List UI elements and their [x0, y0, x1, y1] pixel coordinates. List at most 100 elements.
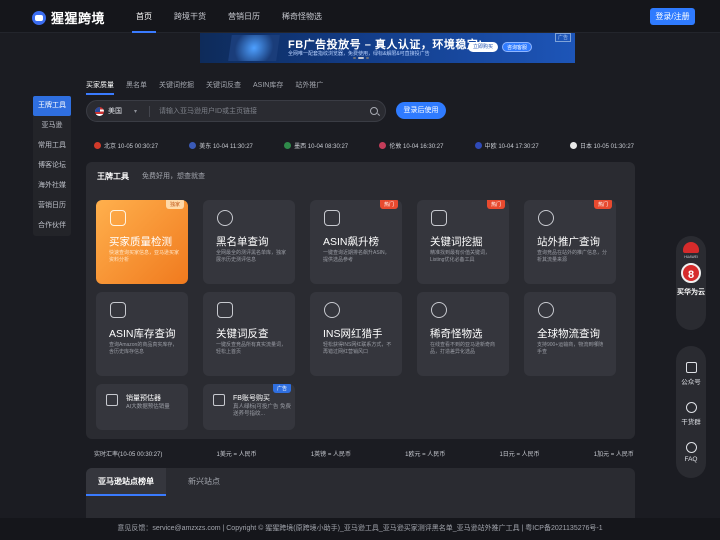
sidebar-item-common[interactable]: 常用工具	[33, 136, 71, 156]
tab-blacklist[interactable]: 黑名单	[126, 80, 147, 95]
tab-emerging-sites[interactable]: 新兴站点	[176, 468, 232, 496]
rate-cad: 1加元 = 人民币	[593, 452, 634, 458]
group-button[interactable]: 干货群	[676, 402, 706, 426]
clock-beijing: 北京 10-05 00:30:27	[94, 141, 158, 150]
exclusive-badge: 独家	[165, 200, 184, 209]
panel-title: 王牌工具	[97, 172, 129, 181]
card-desc: 轻松获得INS网红联系方式，不再错过网红营销风口	[323, 342, 392, 355]
hot-badge: 热门	[379, 200, 398, 209]
rate-gbp: 1英镑 = 人民币	[310, 452, 351, 458]
pager-dot-active[interactable]	[358, 57, 364, 59]
huawei-text: 买华为云	[677, 289, 705, 296]
sidebar-item-tools[interactable]: 王牌工具	[33, 96, 71, 116]
banner-consult-button[interactable]: 咨询客服	[502, 42, 532, 52]
card-desc: AI大数据预估销量	[126, 404, 170, 410]
sidebar-item-blogs[interactable]: 博客论坛	[33, 156, 71, 176]
cn-flag-icon	[94, 142, 101, 149]
card-desc: 精准找到最有价值关键词，Listing优化必备工具	[430, 250, 491, 263]
sidebar-item-calendar[interactable]: 营销日历	[33, 196, 71, 216]
card-title: ASIN库存查询	[109, 328, 176, 340]
card-title: 买家质量检测	[109, 236, 172, 248]
card-desc: 查询Amazon的商品真实库存，含历史库存信息	[109, 342, 178, 355]
shield-icon	[110, 210, 126, 226]
faq-button[interactable]: FAQ	[676, 442, 706, 463]
search-bar: 美国 ▾	[86, 100, 386, 122]
world-clocks: 北京 10-05 00:30:27 美东 10-04 11:30:27 墨西 1…	[94, 141, 634, 150]
card-title: 销量预估器	[126, 395, 161, 402]
card-title: 关键词反查	[216, 328, 269, 340]
tab-offsite[interactable]: 站外推广	[295, 80, 323, 95]
tab-keyword-reverse[interactable]: 关键词反查	[206, 80, 241, 95]
nav-home[interactable]: 首页	[132, 0, 156, 33]
logo[interactable]: 猩猩跨境	[32, 8, 105, 27]
wechat-official-button[interactable]: 公众号	[676, 362, 706, 386]
tab-amazon-sites[interactable]: 亚马逊站点榜单	[86, 468, 166, 496]
nav-tips[interactable]: 跨境干货	[170, 0, 210, 33]
banner-subtitle: 全网唯一配套指纹浏览器，免费使用，绿标&解限&可直接投广告	[288, 51, 430, 57]
pager-dot[interactable]	[353, 57, 356, 59]
tool-card-keyword-reverse[interactable]: 关键词反查 一键反查竞品所有真实流量词，轻松上首页	[203, 292, 295, 376]
card-desc: 支持900+运输商，物流到哪随手查	[537, 342, 604, 355]
user-search-icon	[538, 210, 554, 226]
tab-asin-stock[interactable]: ASIN库存	[253, 80, 283, 95]
chevron-down-icon: ▾	[134, 108, 138, 115]
banner-ad-label: 广告	[554, 33, 571, 42]
login-button[interactable]: 登录/注册	[650, 8, 695, 25]
uk-flag-icon	[379, 142, 387, 149]
tool-card-odd-picks[interactable]: 稀奇怪物选 在线查看不到的亚马逊新奇商品，打造差异化选品	[417, 292, 509, 376]
rate-usd: 1美元 = 人民币	[216, 452, 257, 458]
footer: 意见反馈：service@amzxzs.com | Copyright © 猩猩…	[0, 518, 720, 540]
card-title: FB账号购买	[233, 395, 270, 402]
link-icon	[431, 302, 447, 318]
card-desc: 全网最全的测评黑名单库，独家展示历史测评信息	[216, 250, 287, 263]
logo-text: 猩猩跨境	[51, 11, 106, 26]
fb-icon	[213, 394, 225, 406]
card-title: 全球物流查询	[537, 328, 600, 340]
tool-card-asin-rising[interactable]: 热门 ASIN飙升榜 一键查询近期排名飙升ASIN，提供选品参考	[310, 200, 402, 284]
ad-banner[interactable]: FB广告投放号 – 真人认证，环境稳定! 全网唯一配套指纹浏览器，免费使用，绿标…	[200, 33, 575, 63]
tool-card-fb-account[interactable]: 广告 FB账号购买 真人绿标|可投广告 免费送养号指纹...	[203, 384, 295, 430]
search-icon[interactable]	[370, 107, 378, 115]
sidebar-item-social[interactable]: 海外社媒	[33, 176, 71, 196]
camera-icon	[217, 302, 233, 318]
contact-float: 公众号 干货群 FAQ	[676, 346, 706, 478]
panel-subtitle: 免费好用，想查就查	[142, 173, 205, 180]
tool-card-buyer-quality[interactable]: 独家 买家质量检测 快速查询买家信息，亚马逊买家资料分析	[96, 200, 188, 284]
tool-card-sales-estimator[interactable]: 销量预估器 AI大数据预估销量	[96, 384, 188, 430]
sidebar-item-amazon[interactable]: 亚马逊	[33, 116, 71, 136]
tab-buyer-quality[interactable]: 买家质量	[86, 80, 114, 95]
qrcode-icon	[685, 362, 697, 373]
country-select[interactable]: 美国 ▾	[95, 106, 137, 116]
tool-card-ins-hunter[interactable]: INS网红猎手 轻松获得INS网红联系方式，不再错过网红营销风口	[310, 292, 402, 376]
us-flag-icon	[189, 142, 197, 149]
card-desc: 查询竞品在站外的推广信息，分析其流量来源	[537, 250, 608, 263]
nav-calendar[interactable]: 营销日历	[224, 0, 264, 33]
main-nav: 首页 跨境干货 营销日历 稀奇怪物选	[132, 0, 340, 33]
tool-card-offsite-promo[interactable]: 热门 站外推广查询 查询竞品在站外的推广信息，分析其流量来源	[524, 200, 616, 284]
ad-badge: 广告	[272, 384, 291, 393]
tab-keyword-mining[interactable]: 关键词挖掘	[159, 80, 194, 95]
box-icon	[110, 302, 126, 318]
clock-central-europe: 中欧 10-04 17:30:27	[474, 141, 539, 150]
tool-card-asin-stock[interactable]: ASIN库存查询 查询Amazon的商品真实库存，含历史库存信息	[96, 292, 188, 376]
nav-odd-picks[interactable]: 稀奇怪物选	[278, 0, 326, 33]
huawei-badge: 8	[681, 263, 701, 283]
banner-pager[interactable]	[353, 57, 369, 59]
sidebar-item-partners[interactable]: 合作伙伴	[33, 216, 71, 236]
pager-dot[interactable]	[366, 57, 369, 59]
banner-buy-button[interactable]: 立即购买	[468, 42, 498, 52]
search-input[interactable]	[159, 105, 359, 118]
tool-card-logistics[interactable]: 全球物流查询 支持900+运输商，物流到哪随手查	[524, 292, 616, 376]
rates-label: 实时汇率(10-05 00:30:27)	[94, 452, 163, 458]
huawei-cloud-ad[interactable]: HUAWEI 8 买华为云	[676, 236, 706, 330]
card-desc: 在线查看不到的亚马逊新奇商品，打造差异化选品	[430, 342, 496, 355]
login-to-use-button[interactable]: 登录后使用	[396, 102, 446, 119]
card-title: 黑名单查询	[216, 236, 269, 248]
help-icon	[685, 442, 697, 453]
tool-card-blacklist[interactable]: 黑名单查询 全网最全的测评黑名单库，独家展示历史测评信息	[203, 200, 295, 284]
left-sidebar: 王牌工具 亚马逊 常用工具 博客论坛 海外社媒 营销日历 合作伙伴	[33, 96, 71, 236]
search-tabs: 买家质量 黑名单 关键词挖掘 关键词反查 ASIN库存 站外推广	[86, 80, 335, 95]
tool-card-keyword-mining[interactable]: 热门 关键词挖掘 精准找到最有价值关键词，Listing优化必备工具	[417, 200, 509, 284]
hot-badge: 热门	[593, 200, 612, 209]
eu-flag-icon	[474, 142, 482, 149]
